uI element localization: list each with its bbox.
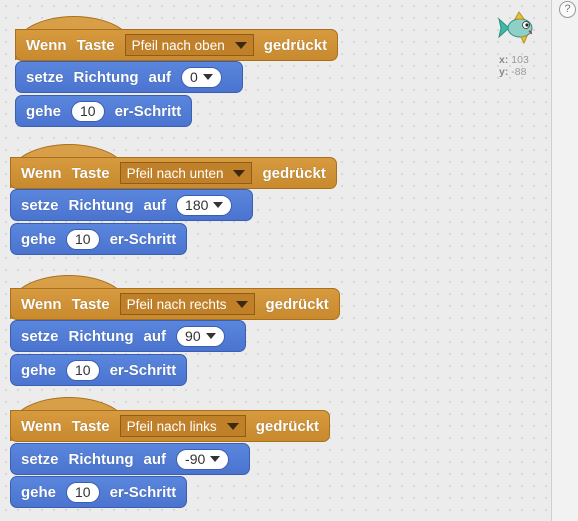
direction-input[interactable]: -90 <box>176 448 230 470</box>
fish-sprite-icon <box>498 11 533 45</box>
dropdown-arrow-icon <box>205 333 216 339</box>
direction-value: 90 <box>185 328 201 344</box>
block-text-gedrueckt: gedrückt <box>262 164 326 182</box>
when-key-pressed-block[interactable]: Wenn Taste Pfeil nach links gedrückt <box>10 410 331 442</box>
block-text-auf: auf <box>148 68 172 86</box>
block-text-taste: Taste <box>71 164 110 182</box>
block-text-richtung: Richtung <box>68 450 134 468</box>
block-text-er-schritt: er-Schritt <box>114 102 182 120</box>
help-icon[interactable]: ? <box>559 1 576 18</box>
block-text-taste: Taste <box>71 417 110 435</box>
block-text-wenn: Wenn <box>21 295 62 313</box>
dropdown-arrow-icon <box>202 74 213 80</box>
key-dropdown-value: Pfeil nach oben <box>131 37 225 53</box>
when-key-pressed-block[interactable]: Wenn Taste Pfeil nach oben gedrückt <box>15 29 339 61</box>
x-value: 103 <box>511 54 529 66</box>
block-text-gedrueckt: gedrückt <box>255 417 320 435</box>
right-panel-strip: ? <box>551 0 578 521</box>
direction-input[interactable]: 180 <box>176 194 233 216</box>
scripts-area[interactable]: x: 103 y: -88 Wenn Taste Pfeil nach oben… <box>0 0 551 521</box>
direction-input[interactable]: 90 <box>176 325 225 347</box>
key-dropdown[interactable]: Pfeil nach unten <box>119 162 253 184</box>
key-dropdown-value: Pfeil nach rechts <box>126 296 227 312</box>
dropdown-arrow-icon <box>226 422 239 430</box>
dropdown-arrow-icon <box>233 169 246 177</box>
block-text-wenn: Wenn <box>21 417 62 435</box>
steps-input[interactable]: 10 <box>66 359 100 381</box>
dropdown-arrow-icon <box>213 202 224 208</box>
block-text-auf: auf <box>143 327 167 345</box>
when-key-pressed-block[interactable]: Wenn Taste Pfeil nach unten gedrückt <box>10 157 337 189</box>
block-text-gehe: gehe <box>26 102 62 120</box>
when-key-pressed-block[interactable]: Wenn Taste Pfeil nach rechts gedrückt <box>10 288 340 320</box>
move-steps-block[interactable]: gehe 10 er-Schritt <box>10 354 188 386</box>
block-text-gehe: gehe <box>21 230 57 248</box>
y-label: y: <box>499 66 509 78</box>
point-in-direction-block[interactable]: setze Richtung auf -90 <box>10 443 251 475</box>
key-dropdown[interactable]: Pfeil nach links <box>119 415 246 437</box>
sprite-y: y: -88 <box>499 66 526 78</box>
block-text-gehe: gehe <box>21 483 57 501</box>
block-text-auf: auf <box>143 450 167 468</box>
point-in-direction-block[interactable]: setze Richtung auf 180 <box>10 189 254 221</box>
direction-value: 180 <box>185 197 209 213</box>
key-dropdown-value: Pfeil nach unten <box>126 165 224 181</box>
block-text-gedrueckt: gedrückt <box>263 36 328 54</box>
direction-value: 0 <box>190 69 198 85</box>
block-text-setze: setze <box>21 327 59 345</box>
move-steps-block[interactable]: gehe 10 er-Schritt <box>15 95 193 127</box>
dropdown-arrow-icon <box>210 456 221 462</box>
block-text-wenn: Wenn <box>21 164 62 182</box>
x-label: x: <box>499 54 509 66</box>
block-text-er-schritt: er-Schritt <box>109 361 177 379</box>
sprite-x: x: 103 <box>499 54 529 66</box>
key-dropdown[interactable]: Pfeil nach rechts <box>119 293 256 315</box>
key-dropdown-value: Pfeil nach links <box>126 418 217 434</box>
block-text-gedrueckt: gedrückt <box>265 295 329 313</box>
block-text-richtung: Richtung <box>68 196 134 214</box>
block-text-setze: setze <box>21 450 59 468</box>
key-dropdown[interactable]: Pfeil nach oben <box>124 34 254 56</box>
block-text-setze: setze <box>26 68 64 86</box>
block-text-setze: setze <box>21 196 59 214</box>
steps-input[interactable]: 10 <box>66 481 100 503</box>
block-text-wenn: Wenn <box>26 36 67 54</box>
point-in-direction-block[interactable]: setze Richtung auf 0 <box>15 61 243 93</box>
steps-input[interactable]: 10 <box>66 228 100 250</box>
dropdown-arrow-icon <box>234 41 247 49</box>
block-text-taste: Taste <box>71 295 110 313</box>
block-text-gehe: gehe <box>21 361 57 379</box>
steps-input[interactable]: 10 <box>71 100 105 122</box>
dropdown-arrow-icon <box>236 300 249 308</box>
direction-value: -90 <box>185 451 206 467</box>
block-text-auf: auf <box>143 196 167 214</box>
block-text-richtung: Richtung <box>73 68 139 86</box>
sprite-info: x: 103 y: -88 <box>495 10 545 80</box>
direction-input[interactable]: 0 <box>181 66 222 88</box>
move-steps-block[interactable]: gehe 10 er-Schritt <box>10 476 188 508</box>
block-text-taste: Taste <box>76 36 115 54</box>
point-in-direction-block[interactable]: setze Richtung auf 90 <box>10 320 246 352</box>
move-steps-block[interactable]: gehe 10 er-Schritt <box>10 223 188 255</box>
y-value: -88 <box>511 66 527 78</box>
block-text-er-schritt: er-Schritt <box>109 230 177 248</box>
block-text-richtung: Richtung <box>68 327 134 345</box>
block-text-er-schritt: er-Schritt <box>109 483 177 501</box>
